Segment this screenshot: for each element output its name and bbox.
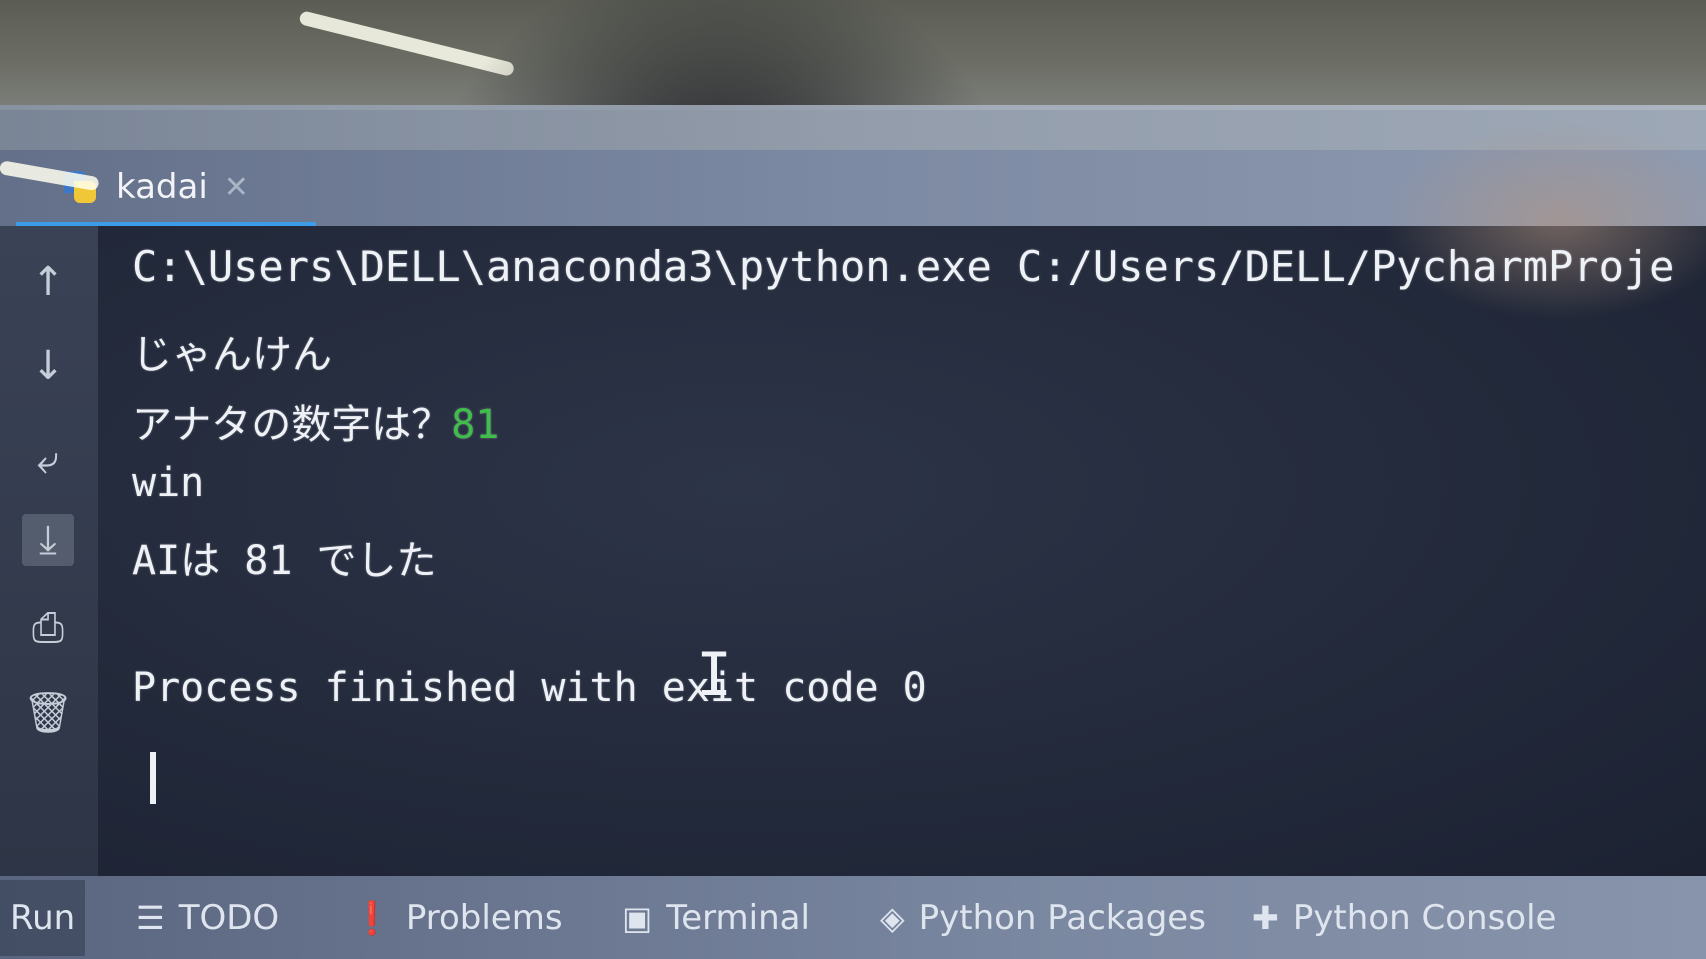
console-line-janken: じゃんけん	[132, 332, 332, 378]
soft-wrap-icon[interactable]: ⤶	[22, 434, 74, 486]
console-result-line: win	[132, 460, 205, 506]
text-caret	[150, 752, 156, 804]
list-icon: ☰	[136, 899, 165, 937]
terminal-icon: ▣	[622, 899, 653, 937]
close-icon[interactable]: ✕	[224, 170, 249, 205]
tool-terminal[interactable]: ▣ Terminal	[622, 880, 810, 956]
run-tab-label: kadai	[116, 167, 208, 207]
tool-python-console[interactable]: ✚ Python Console	[1252, 880, 1556, 956]
warning-icon: ❗	[352, 899, 392, 937]
arrow-up-icon[interactable]: ↑	[22, 256, 74, 308]
tool-problems-label: Problems	[405, 898, 563, 938]
console-prompt-text: アナタの数字は？	[132, 402, 452, 448]
console-ai-result-line: AIは 81 でした	[132, 538, 437, 584]
console-exit-message: Process finished with exit code 0	[132, 665, 927, 711]
console-prompt-line: アナタの数字は？81	[132, 392, 499, 450]
tool-problems[interactable]: ❗ Problems	[352, 880, 563, 956]
print-icon[interactable]: ⎙	[22, 602, 74, 654]
tool-python-console-label: Python Console	[1292, 898, 1557, 938]
tool-todo[interactable]: ☰ TODO	[136, 880, 279, 956]
tool-python-packages-label: Python Packages	[918, 898, 1206, 938]
packages-icon: ◈	[880, 899, 905, 937]
tool-todo-label: TODO	[178, 898, 280, 938]
console-user-input: 81	[451, 402, 500, 448]
tool-python-packages[interactable]: ◈ Python Packages	[880, 880, 1206, 956]
trash-icon[interactable]: 🗑	[22, 686, 74, 738]
scroll-to-end-icon[interactable]: ⤓	[22, 514, 74, 566]
console-command-line: C:\Users\DELL\anaconda3\python.exe C:/Us…	[132, 242, 1675, 291]
python-console-icon: ✚	[1252, 899, 1279, 937]
tool-terminal-label: Terminal	[666, 898, 810, 938]
arrow-down-icon[interactable]: ↓	[22, 340, 74, 392]
tool-run-label: Run	[10, 898, 76, 938]
tool-run[interactable]: Run	[0, 880, 86, 956]
